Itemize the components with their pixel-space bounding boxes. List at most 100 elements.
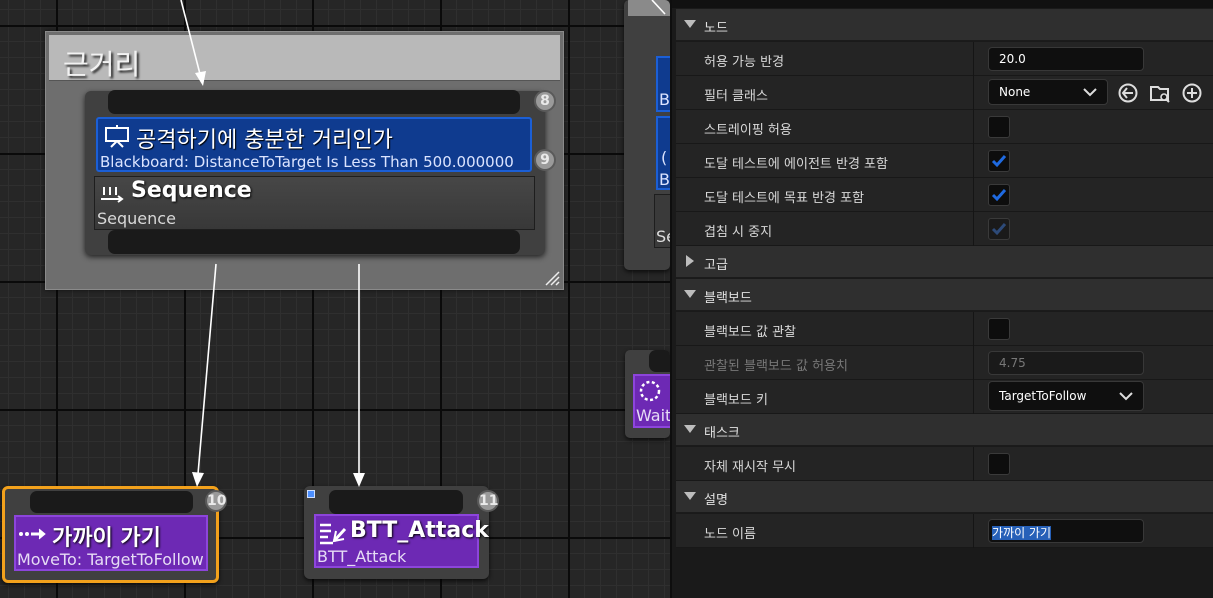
wire-to-moveto bbox=[197, 263, 217, 475]
collapsed-arrow-icon[interactable] bbox=[686, 255, 694, 267]
reach-agent-radius-checkbox[interactable] bbox=[988, 150, 1010, 172]
wire-arrow-2 bbox=[192, 472, 204, 487]
row-observed-tolerance: 관찰된 블랙보드 값 허용치 4.75 bbox=[676, 346, 1213, 380]
section-task-label: 태스크 bbox=[704, 426, 740, 441]
task-input-pin-2[interactable] bbox=[329, 490, 463, 514]
row-ignore-restart-self: 자체 재시작 무시 bbox=[676, 447, 1213, 481]
checkmark-icon bbox=[991, 223, 1007, 236]
details-panel: 노드 허용 가능 반경 20.0 필터 클래스 None 스트레이핑 허용 도달… bbox=[670, 0, 1213, 598]
expand-arrow-icon[interactable] bbox=[684, 425, 696, 433]
acceptable-radius-input[interactable]: 20.0 bbox=[988, 47, 1144, 71]
input-pin[interactable] bbox=[108, 90, 520, 114]
partial-decorator-1[interactable]: B bbox=[656, 56, 670, 112]
observe-blackboard-checkbox[interactable] bbox=[988, 318, 1010, 340]
section-advanced[interactable]: 고급 bbox=[676, 246, 1213, 278]
row-blackboard-key: 블랙보드 키 TargetToFollow bbox=[676, 380, 1213, 414]
node-name-label: 노드 이름 bbox=[704, 527, 756, 542]
wait-label: Wait bbox=[636, 406, 670, 425]
chevron-down-icon bbox=[1119, 392, 1133, 401]
row-observe-blackboard: 블랙보드 값 관찰 bbox=[676, 312, 1213, 346]
wire-arrow-3 bbox=[353, 473, 365, 487]
output-pin[interactable] bbox=[108, 230, 520, 254]
sequence-composite-node[interactable] bbox=[85, 90, 545, 255]
reach-agent-radius-label: 도달 테스트에 에이전트 반경 포함 bbox=[704, 157, 888, 172]
reach-goal-radius-label: 도달 테스트에 목표 반경 포함 bbox=[704, 191, 865, 206]
resize-grip-icon[interactable] bbox=[544, 270, 560, 286]
acceptable-radius-label: 허용 가능 반경 bbox=[704, 55, 785, 70]
blackboard-key-label: 블랙보드 키 bbox=[704, 393, 768, 408]
checkmark-icon bbox=[991, 189, 1007, 202]
row-node-name: 노드 이름 가까이 가기 bbox=[676, 514, 1213, 548]
sequence-title: Sequence bbox=[131, 178, 252, 203]
partial-text-3: B bbox=[659, 170, 670, 189]
observe-blackboard-label: 블랙보드 값 관찰 bbox=[704, 325, 796, 340]
expand-arrow-icon[interactable] bbox=[684, 290, 696, 298]
behavior-tree-graph[interactable]: B ( B Se Wait 근거리 8 bbox=[0, 0, 670, 598]
stop-on-overlap-label: 겹침 시 중지 bbox=[704, 225, 773, 240]
decorator-description: Blackboard: DistanceToTarget Is Less Tha… bbox=[100, 153, 514, 171]
allow-strafe-checkbox[interactable] bbox=[988, 116, 1010, 138]
use-selected-arrow-icon[interactable] bbox=[1117, 82, 1139, 104]
moveto-body[interactable]: 가까이 가기 MoveTo: TargetToFollow bbox=[14, 515, 208, 571]
decorator-title: 공격하기에 충분한 거리인가 bbox=[136, 128, 393, 153]
ignore-restart-self-checkbox[interactable] bbox=[988, 453, 1010, 475]
task-node-btt-attack[interactable]: BTT_Attack BTT_Attack bbox=[304, 486, 489, 579]
section-task[interactable]: 태스크 bbox=[676, 414, 1213, 446]
filter-class-value: None bbox=[999, 85, 1031, 99]
wait-icon bbox=[639, 380, 661, 402]
execution-index-badge: 8 bbox=[534, 90, 556, 112]
filter-class-dropdown[interactable]: None bbox=[988, 79, 1108, 105]
task-blueprint-icon bbox=[320, 523, 347, 545]
blackboard-icon bbox=[105, 125, 129, 148]
partial-wait-node[interactable]: Wait bbox=[625, 350, 670, 438]
node-name-input[interactable]: 가까이 가기 bbox=[988, 519, 1144, 543]
details-top-strip bbox=[672, 0, 1213, 8]
row-acceptable-radius: 허용 가능 반경 20.0 bbox=[676, 42, 1213, 76]
breakpoint-marker-icon bbox=[307, 490, 315, 498]
decorator-index-badge: 9 bbox=[534, 149, 556, 171]
expand-arrow-icon[interactable] bbox=[684, 492, 696, 500]
section-description-label: 설명 bbox=[704, 493, 728, 508]
allow-strafe-label: 스트레이핑 허용 bbox=[704, 123, 792, 138]
section-blackboard-label: 블랙보드 bbox=[704, 291, 752, 306]
stop-on-overlap-checkbox bbox=[988, 218, 1010, 240]
row-reach-goal-radius: 도달 테스트에 목표 반경 포함 bbox=[676, 178, 1213, 212]
filter-class-label: 필터 클래스 bbox=[704, 89, 768, 104]
comment-header[interactable]: 근거리 bbox=[49, 35, 560, 81]
ignore-restart-self-label: 자체 재시작 무시 bbox=[704, 460, 796, 475]
blackboard-decorator[interactable]: 공격하기에 충분한 거리인가 Blackboard: DistanceToTar… bbox=[96, 117, 532, 172]
section-node-label: 노드 bbox=[704, 21, 728, 36]
section-description[interactable]: 설명 bbox=[676, 481, 1213, 513]
checkmark-icon bbox=[991, 155, 1007, 168]
sequence-body[interactable]: Sequence Sequence bbox=[94, 176, 535, 230]
partial-node-right[interactable]: B ( B Se bbox=[624, 0, 670, 270]
section-blackboard[interactable]: 블랙보드 bbox=[676, 279, 1213, 311]
reach-goal-radius-checkbox[interactable] bbox=[988, 184, 1010, 206]
add-new-icon[interactable] bbox=[1181, 82, 1203, 104]
task-input-pin[interactable] bbox=[30, 491, 193, 513]
row-stop-on-overlap: 겹침 시 중지 bbox=[676, 212, 1213, 246]
node-name-value: 가까이 가기 bbox=[992, 526, 1052, 540]
section-advanced-label: 고급 bbox=[704, 258, 728, 273]
row-allow-strafe: 스트레이핑 허용 bbox=[676, 110, 1213, 144]
browse-folder-icon[interactable] bbox=[1149, 82, 1171, 104]
task-node-moveto[interactable]: 가까이 가기 MoveTo: TargetToFollow bbox=[2, 486, 219, 583]
blackboard-key-value: TargetToFollow bbox=[999, 389, 1087, 403]
sequence-description: Sequence bbox=[97, 209, 176, 228]
chevron-down-icon bbox=[1083, 88, 1097, 97]
partial-text-1: B bbox=[659, 90, 670, 109]
partial-text-4: Se bbox=[656, 227, 670, 246]
btt-attack-title: BTT_Attack bbox=[350, 518, 489, 543]
comment-title: 근거리 bbox=[63, 48, 141, 81]
partial-text-2: ( bbox=[661, 148, 668, 167]
btt-attack-index-badge: 11 bbox=[477, 490, 499, 512]
partial-decorator-2[interactable]: ( B bbox=[656, 116, 670, 190]
blackboard-key-dropdown[interactable]: TargetToFollow bbox=[988, 381, 1144, 411]
row-reach-agent-radius: 도달 테스트에 에이전트 반경 포함 bbox=[676, 144, 1213, 178]
btt-attack-body[interactable]: BTT_Attack BTT_Attack bbox=[314, 514, 489, 568]
expand-arrow-icon[interactable] bbox=[684, 20, 696, 28]
sequence-icon bbox=[101, 187, 124, 203]
moveto-index-badge: 10 bbox=[205, 490, 227, 512]
section-node[interactable]: 노드 bbox=[676, 9, 1213, 41]
row-filter-class: 필터 클래스 None bbox=[676, 76, 1213, 110]
